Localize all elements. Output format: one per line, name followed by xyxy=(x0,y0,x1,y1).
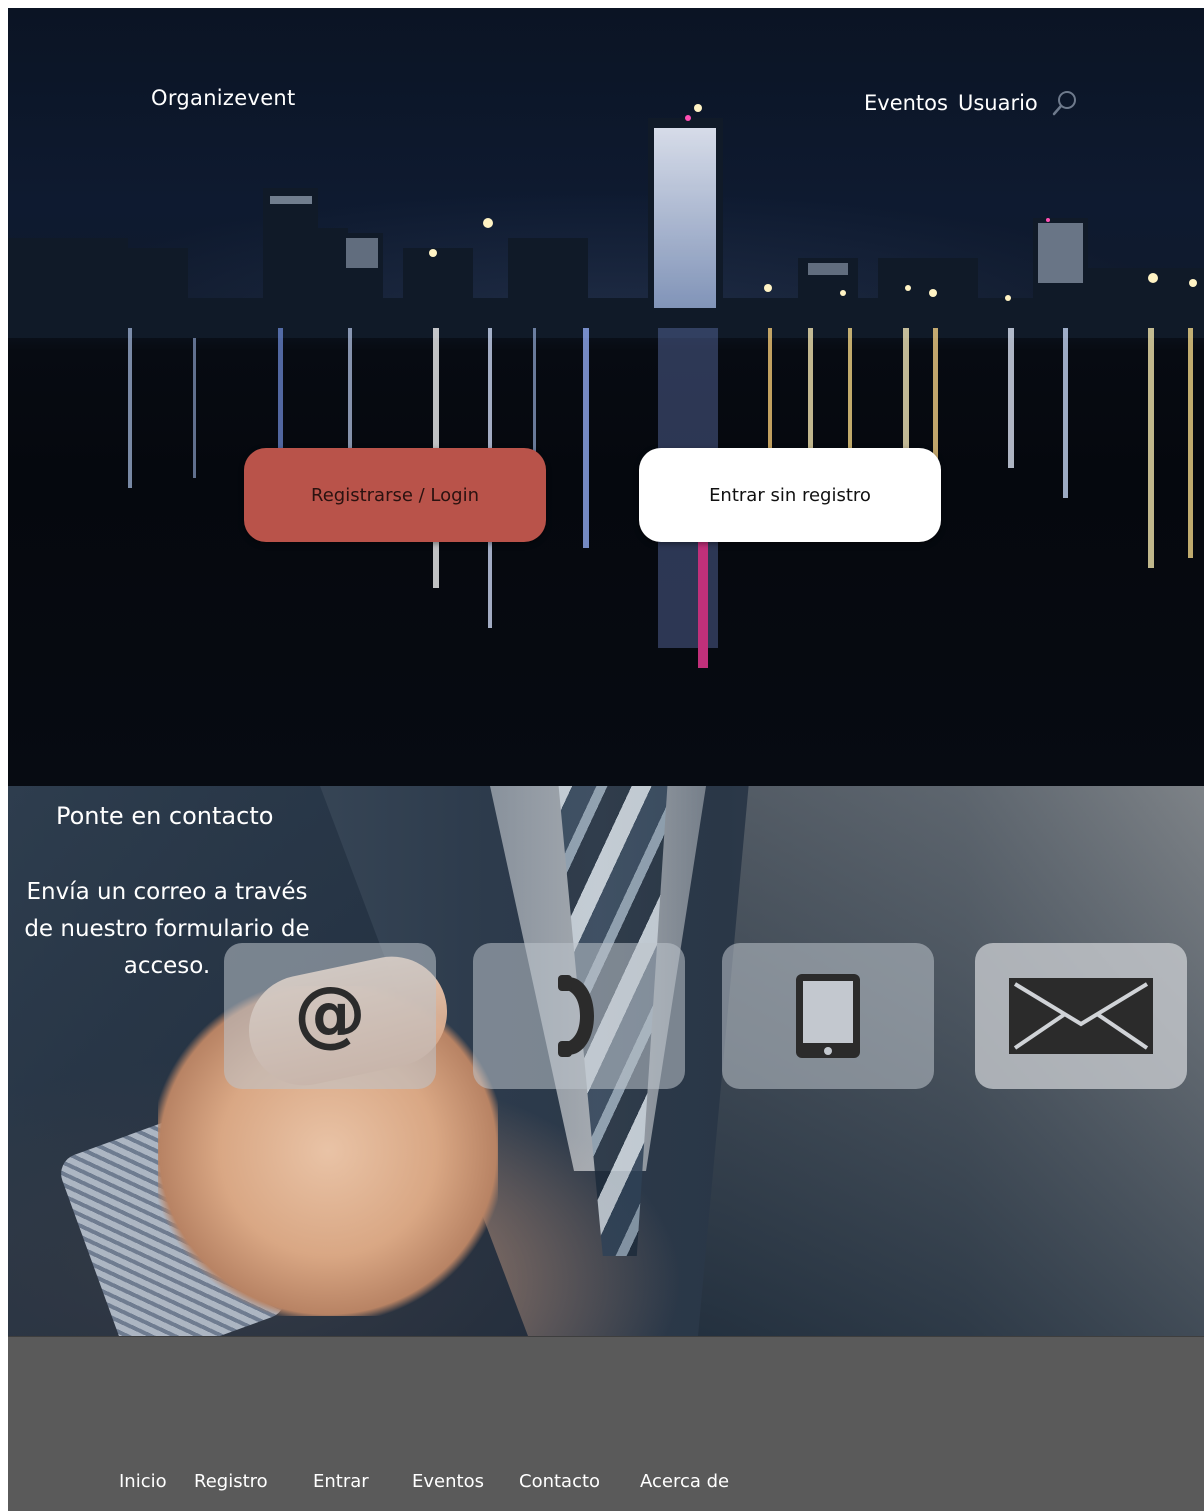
nav-link-usuario[interactable]: Usuario xyxy=(958,91,1038,115)
search-icon[interactable] xyxy=(1050,88,1080,118)
svg-text:@: @ xyxy=(294,976,366,1055)
mail-tile[interactable] xyxy=(975,943,1187,1089)
footer-link-inicio[interactable]: Inicio xyxy=(119,1471,167,1492)
phone-tile[interactable] xyxy=(473,943,685,1089)
register-login-button[interactable]: Registrarse / Login xyxy=(244,448,546,542)
phone-icon xyxy=(558,975,594,1057)
footer-link-entrar[interactable]: Entrar xyxy=(313,1471,369,1492)
city-skyline xyxy=(8,104,1204,338)
email-at-tile[interactable]: @ xyxy=(224,943,436,1089)
footer: Inicio Registro Entrar Eventos Contacto … xyxy=(8,1336,1204,1511)
hero-section: Organizevent Eventos Usuario Registrarse… xyxy=(8,8,1204,786)
at-sign-icon: @ xyxy=(294,976,366,1055)
footer-link-eventos[interactable]: Eventos xyxy=(412,1471,484,1492)
nav-link-eventos[interactable]: Eventos xyxy=(864,91,948,115)
top-nav: Eventos Usuario xyxy=(864,88,1080,118)
footer-nav: Inicio Registro Entrar Eventos Contacto … xyxy=(8,1471,1204,1501)
footer-link-registro[interactable]: Registro xyxy=(194,1471,268,1492)
contact-section: Ponte en contacto Envía un correo a trav… xyxy=(8,786,1204,1336)
envelope-icon xyxy=(1009,978,1153,1054)
footer-link-acerca-de[interactable]: Acerca de xyxy=(640,1471,729,1492)
brand-logo[interactable]: Organizevent xyxy=(151,86,296,110)
contact-title: Ponte en contacto xyxy=(56,802,274,830)
water-reflections xyxy=(128,328,1193,668)
footer-link-contacto[interactable]: Contacto xyxy=(519,1471,600,1492)
tablet-icon xyxy=(796,974,860,1058)
enter-without-register-button[interactable]: Entrar sin registro xyxy=(639,448,941,542)
tablet-tile[interactable] xyxy=(722,943,934,1089)
